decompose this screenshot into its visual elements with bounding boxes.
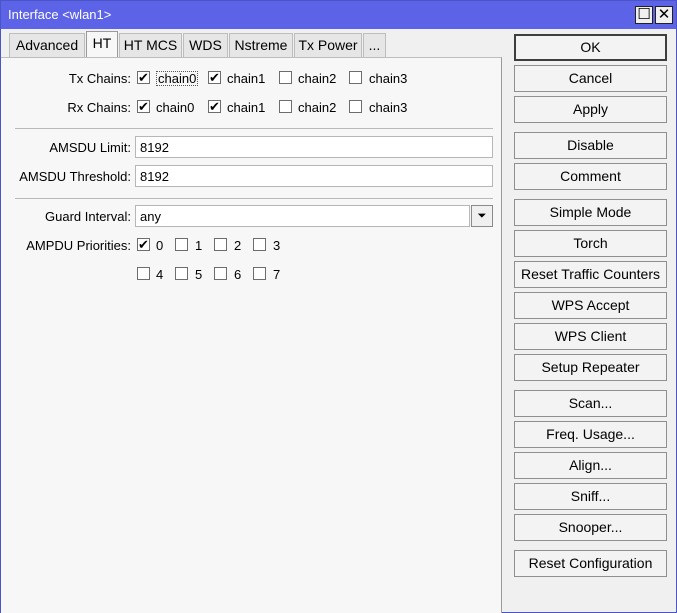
- ampdu-priority-3-checkbox[interactable]: [253, 238, 266, 251]
- tx-chain0-checkbox[interactable]: ✔: [137, 71, 150, 84]
- tx-chain2-label: chain2: [298, 71, 337, 86]
- ampdu-priority-4-checkbox[interactable]: [137, 267, 150, 280]
- tx-chain3-checkbox[interactable]: [349, 71, 362, 84]
- tab-more[interactable]: ...: [363, 33, 386, 57]
- divider: [15, 128, 493, 129]
- divider: [15, 198, 493, 199]
- rx-chain2-checkbox[interactable]: [279, 100, 292, 113]
- ampdu-priority-2-checkbox[interactable]: [214, 238, 227, 251]
- tx-chain3-label: chain3: [369, 71, 408, 86]
- tab-ht-mcs[interactable]: HT MCS: [119, 33, 182, 57]
- ampdu-priority-1-label: 1: [195, 238, 203, 253]
- sniff-button[interactable]: Sniff...: [514, 483, 667, 510]
- amsdu-threshold-label: AMSDU Threshold:: [19, 169, 131, 184]
- rx-chain1-label: chain1: [227, 100, 266, 115]
- ampdu-priority-7-label: 7: [273, 267, 281, 282]
- ampdu-priority-6-checkbox[interactable]: [214, 267, 227, 280]
- disable-button[interactable]: Disable: [514, 132, 667, 159]
- rx-chain3-label: chain3: [369, 100, 408, 115]
- tx-chain2-checkbox[interactable]: [279, 71, 292, 84]
- ht-tab-panel: Tx Chains: ✔ chain0 ✔ chain1 chain2 chai…: [1, 57, 502, 613]
- rx-chain3-checkbox[interactable]: [349, 100, 362, 113]
- wps-client-button[interactable]: WPS Client: [514, 323, 667, 350]
- tab-ht[interactable]: HT: [86, 31, 118, 58]
- setup-repeater-button[interactable]: Setup Repeater: [514, 354, 667, 381]
- tab-tx-power[interactable]: Tx Power: [294, 33, 362, 57]
- ampdu-priority-7-checkbox[interactable]: [253, 267, 266, 280]
- amsdu-limit-label: AMSDU Limit:: [49, 140, 131, 155]
- tx-chain1-checkbox[interactable]: ✔: [208, 71, 221, 84]
- ampdu-priority-5-checkbox[interactable]: [175, 267, 188, 280]
- guard-interval-label: Guard Interval:: [45, 209, 131, 224]
- amsdu-threshold-input[interactable]: 8192: [135, 165, 493, 187]
- title-bar[interactable]: Interface <wlan1> ☐ ✕: [1, 1, 676, 29]
- apply-button[interactable]: Apply: [514, 96, 667, 123]
- torch-button[interactable]: Torch: [514, 230, 667, 257]
- tx-chains-label: Tx Chains:: [68, 71, 131, 86]
- interface-window: Interface <wlan1> ☐ ✕ Advanced HT HT MCS…: [0, 0, 677, 613]
- reset-traffic-counters-button[interactable]: Reset Traffic Counters: [514, 261, 667, 288]
- align-button[interactable]: Align...: [514, 452, 667, 479]
- tab-nstreme[interactable]: Nstreme: [229, 33, 293, 57]
- close-icon[interactable]: ✕: [655, 6, 673, 24]
- simple-mode-button[interactable]: Simple Mode: [514, 199, 667, 226]
- rx-chain1-checkbox[interactable]: ✔: [208, 100, 221, 113]
- ampdu-priority-3-label: 3: [273, 238, 281, 253]
- rx-chain0-checkbox[interactable]: ✔: [137, 100, 150, 113]
- comment-button[interactable]: Comment: [514, 163, 667, 190]
- ampdu-priority-5-label: 5: [195, 267, 203, 282]
- wps-accept-button[interactable]: WPS Accept: [514, 292, 667, 319]
- tx-chain1-label: chain1: [227, 71, 266, 86]
- tab-wds[interactable]: WDS: [183, 33, 228, 57]
- ampdu-priority-0-checkbox[interactable]: ✔: [137, 238, 150, 251]
- ampdu-priority-2-label: 2: [234, 238, 242, 253]
- window-title: Interface <wlan1>: [8, 7, 112, 22]
- rx-chains-label: Rx Chains:: [67, 100, 131, 115]
- ampdu-priority-6-label: 6: [234, 267, 242, 282]
- tx-chain0-label: chain0: [156, 71, 199, 86]
- dropdown-arrow-icon[interactable]: ⏷: [471, 205, 493, 227]
- restore-icon[interactable]: ☐: [635, 6, 653, 24]
- snooper-button[interactable]: Snooper...: [514, 514, 667, 541]
- ampdu-priority-4-label: 4: [156, 267, 164, 282]
- amsdu-limit-input[interactable]: 8192: [135, 136, 493, 158]
- freq-usage-button[interactable]: Freq. Usage...: [514, 421, 667, 448]
- rx-chain2-label: chain2: [298, 100, 337, 115]
- reset-configuration-button[interactable]: Reset Configuration: [514, 550, 667, 577]
- ampdu-priority-0-label: 0: [156, 238, 164, 253]
- guard-interval-select[interactable]: any: [135, 205, 470, 227]
- ampdu-priority-1-checkbox[interactable]: [175, 238, 188, 251]
- ok-button[interactable]: OK: [514, 34, 667, 61]
- scan-button[interactable]: Scan...: [514, 390, 667, 417]
- ampdu-priorities-label: AMPDU Priorities:: [26, 238, 131, 253]
- cancel-button[interactable]: Cancel: [514, 65, 667, 92]
- rx-chain0-label: chain0: [156, 100, 195, 115]
- tab-advanced[interactable]: Advanced: [9, 33, 85, 57]
